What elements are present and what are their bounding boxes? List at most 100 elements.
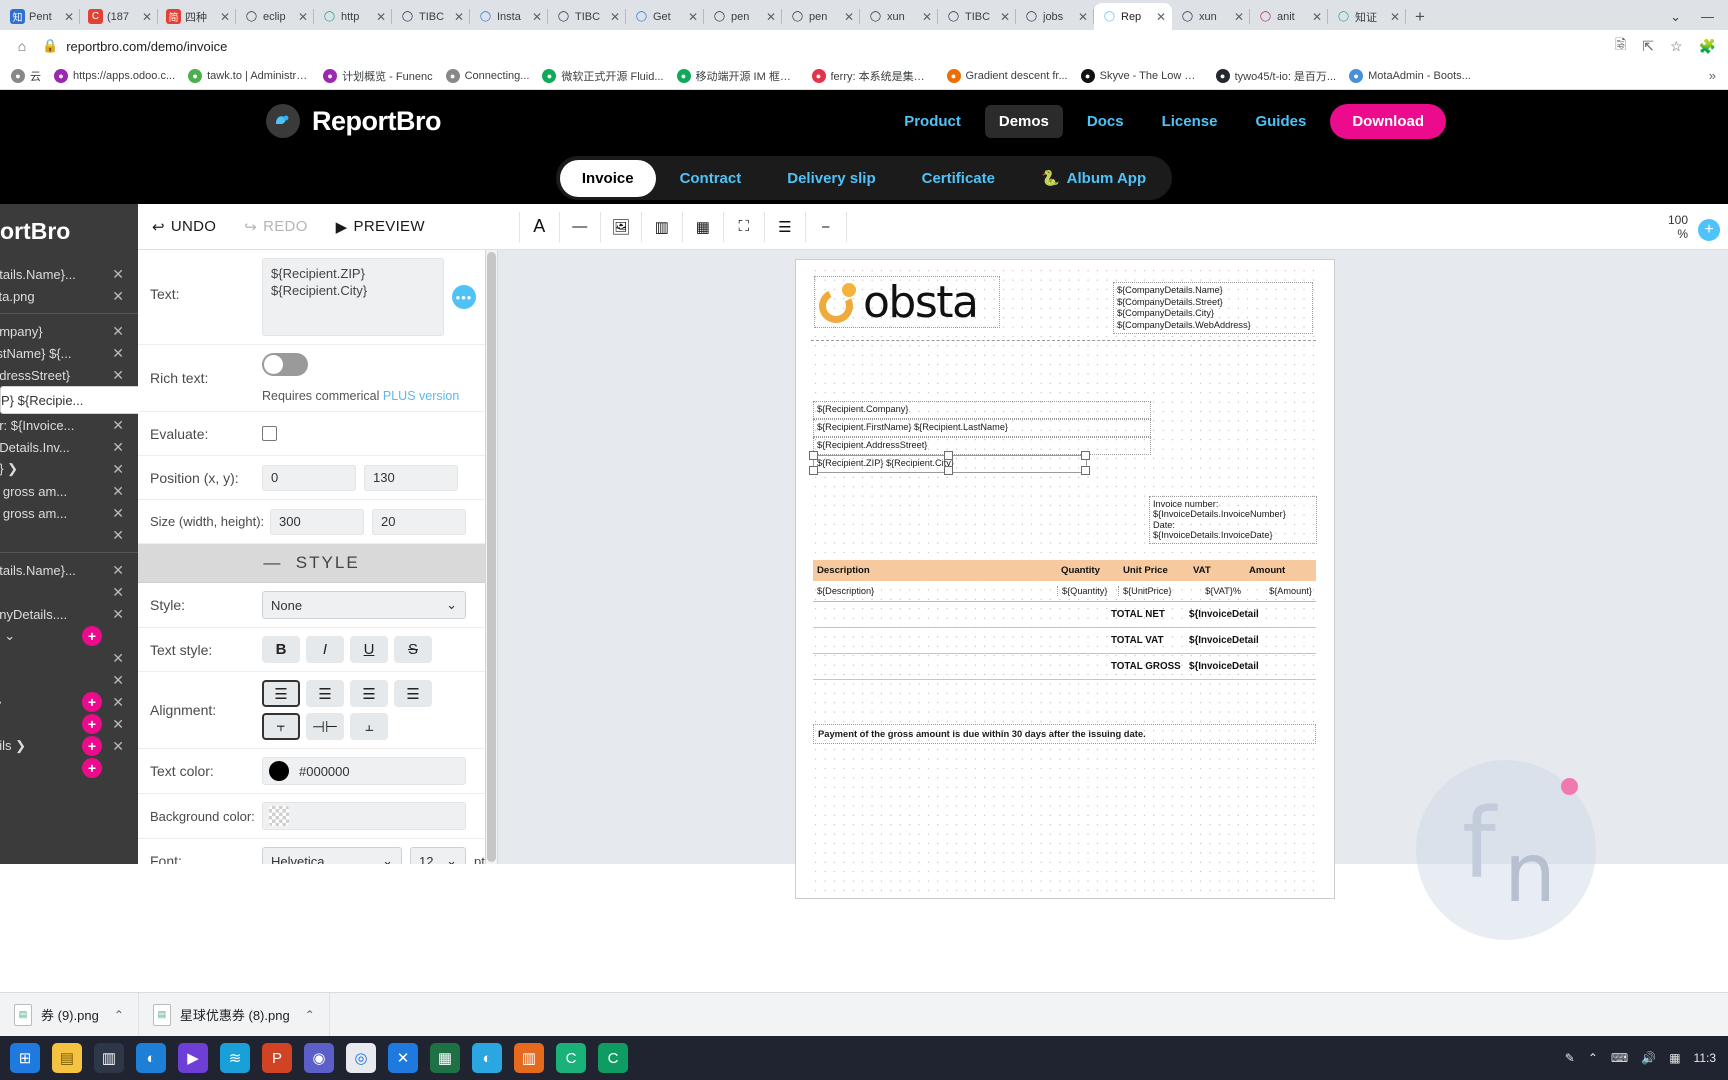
home-icon[interactable]: ⌂: [12, 36, 32, 56]
table-row[interactable]: ${Description} ${Quantity} ${UnitPrice} …: [813, 581, 1316, 602]
browser-tab[interactable]: ◯ TIBC ✕: [392, 3, 470, 30]
tree-item[interactable]: ✕: [0, 647, 138, 669]
align-justify-icon[interactable]: ☰: [394, 680, 432, 707]
page-break-icon[interactable]: ⎯: [806, 211, 847, 242]
browser-tab[interactable]: ◯ anit ✕: [1250, 3, 1328, 30]
close-icon[interactable]: ✕: [112, 505, 124, 522]
tab-close-icon[interactable]: ✕: [376, 10, 386, 24]
position-x-input[interactable]: 0: [262, 464, 356, 491]
style-select[interactable]: None ⌄: [262, 591, 466, 619]
keyboard-icon[interactable]: ⌨: [1611, 1051, 1628, 1065]
tab-close-icon[interactable]: ✕: [1234, 10, 1244, 24]
tree-item[interactable]: P} ${Recipie...✕: [0, 386, 138, 414]
media-icon[interactable]: ▶: [178, 1043, 208, 1073]
browser-tab[interactable]: ◯ eclip ✕: [236, 3, 314, 30]
plus-version-link[interactable]: PLUS version: [383, 389, 459, 403]
tree-item[interactable]: ✕: [0, 581, 138, 603]
align-right-icon[interactable]: ☰: [350, 680, 388, 707]
tree-item[interactable]: e} ❯ ✕: [0, 458, 138, 480]
totals-row[interactable]: TOTAL GROSS ${InvoiceDetail: [813, 654, 1316, 680]
align-left-icon[interactable]: ☰: [262, 680, 300, 707]
share-icon[interactable]: ⇱: [1642, 38, 1654, 55]
close-icon[interactable]: ✕: [112, 323, 124, 340]
edge2-icon[interactable]: ◐: [472, 1043, 502, 1073]
analytics-icon[interactable]: ▥: [514, 1043, 544, 1073]
close-icon[interactable]: ✕: [112, 738, 124, 755]
barcode-icon[interactable]: ▥: [642, 211, 683, 242]
close-icon[interactable]: ✕: [112, 527, 124, 544]
resize-handle-br[interactable]: [1081, 466, 1090, 475]
browser-tab[interactable]: ◯ Get ✕: [626, 3, 704, 30]
browser-tab[interactable]: ◯ pen ✕: [704, 3, 782, 30]
close-icon[interactable]: ✕: [112, 606, 124, 623]
explorer-icon[interactable]: ▤: [52, 1043, 82, 1073]
bookmark-item[interactable]: ● 计划概览 - Funenc: [318, 66, 437, 86]
recipient-name-field[interactable]: ${Recipient.FirstName} ${Recipient.LastN…: [813, 419, 1151, 437]
browser-tab[interactable]: ◯ 知证 ✕: [1328, 3, 1406, 30]
close-icon[interactable]: ✕: [112, 288, 124, 305]
text-color-field[interactable]: #000000: [262, 757, 466, 785]
totals-row[interactable]: TOTAL VAT ${InvoiceDetail: [813, 628, 1316, 654]
demo-tab-certificate[interactable]: Certificate: [900, 160, 1017, 197]
close-icon[interactable]: ✕: [112, 461, 124, 478]
tab-close-icon[interactable]: ✕: [220, 10, 230, 24]
browser-tab[interactable]: ◯ jobs ✕: [1016, 3, 1094, 30]
browser-tab[interactable]: ◯ TIBC ✕: [548, 3, 626, 30]
add-icon[interactable]: +: [82, 758, 102, 778]
tree-item[interactable]: etails.Name}... ✕: [0, 559, 138, 581]
browser-tab[interactable]: 简四种 ✕: [158, 3, 236, 30]
add-icon[interactable]: +: [82, 692, 102, 712]
tab-close-icon[interactable]: ✕: [922, 10, 932, 24]
company-details-block[interactable]: ${CompanyDetails.Name} ${CompanyDetails.…: [1113, 282, 1313, 335]
browser-tab[interactable]: ◯ xun ✕: [860, 3, 938, 30]
browser-tab[interactable]: ◯ Insta ✕: [470, 3, 548, 30]
tree-item[interactable]: e gross am... ✕: [0, 502, 138, 524]
invoice-meta-block[interactable]: Invoice number: ${InvoiceDetails.Invoice…: [1149, 496, 1317, 544]
resize-handle-tl[interactable]: [809, 451, 818, 460]
tab-close-icon[interactable]: ✕: [454, 10, 464, 24]
demo-tab-invoice[interactable]: Invoice: [559, 159, 656, 197]
download-item[interactable]: ▤ 星球优惠券 (8).png ⌃: [139, 992, 330, 1037]
close-icon[interactable]: ✕: [112, 650, 124, 667]
align-center-icon[interactable]: ☰: [306, 680, 344, 707]
nav-item-demos[interactable]: Demos: [984, 104, 1063, 138]
preview-button[interactable]: ▶ PREVIEW: [322, 218, 439, 236]
browser-tab[interactable]: ◯ Rep ✕: [1094, 3, 1172, 30]
style-section-header[interactable]: — STYLE: [138, 544, 485, 583]
chevron-up-icon[interactable]: ⌃: [1588, 1051, 1598, 1065]
bookmark-item[interactable]: ● 移动端开源 IM 框架...: [672, 66, 804, 86]
browser-tab[interactable]: ◯ xun ✕: [1172, 3, 1250, 30]
close-icon[interactable]: ✕: [112, 367, 124, 384]
clock-text[interactable]: 11:3: [1694, 1051, 1716, 1065]
resize-handle-tr[interactable]: [1081, 451, 1090, 460]
tab-search-icon[interactable]: ⌄: [1670, 9, 1681, 25]
tree-item[interactable]: eDetails.Inv... ✕: [0, 436, 138, 458]
text-input[interactable]: [262, 258, 444, 336]
bookmark-item[interactable]: ● tywo45/t-io: 是百万...: [1211, 66, 1341, 86]
tab-close-icon[interactable]: ✕: [610, 10, 620, 24]
reportbro-logo[interactable]: ReportBro: [266, 104, 442, 138]
edge-icon[interactable]: ◐: [136, 1043, 166, 1073]
add-icon[interactable]: +: [82, 714, 102, 734]
add-icon[interactable]: +: [82, 626, 102, 646]
document-logo[interactable]: obsta: [814, 276, 1000, 328]
text-options-button[interactable]: •••: [452, 285, 476, 309]
bookmark-item[interactable]: ● MotaAdmin - Boots...: [1344, 67, 1476, 85]
close-icon[interactable]: ✕: [112, 562, 124, 579]
tree-item[interactable]: rstName} ${... ✕: [0, 342, 138, 364]
tree-item[interactable]: ·✕: [0, 524, 138, 546]
tree-item[interactable]: sta.png ✕: [0, 285, 138, 307]
close-icon[interactable]: ✕: [112, 483, 124, 500]
resize-handle-tm[interactable]: [944, 451, 953, 460]
strikethrough-button[interactable]: S: [394, 636, 432, 663]
tree-item[interactable]: +: [0, 757, 138, 779]
minimize-icon[interactable]: —: [1701, 9, 1714, 24]
tab-close-icon[interactable]: ✕: [1078, 10, 1088, 24]
totals-row[interactable]: TOTAL NET ${InvoiceDetail: [813, 602, 1316, 628]
size-width-input[interactable]: 300: [270, 508, 364, 535]
tree-item[interactable]: S ⌄ +: [0, 625, 138, 647]
browser-tab[interactable]: C (187 ✕: [80, 3, 158, 30]
demo-tab-album-app[interactable]: 🐍 Album App: [1019, 159, 1168, 197]
volume-icon[interactable]: 🔊: [1641, 1051, 1656, 1065]
bookmark-item[interactable]: ● Skyve - The Low Co...: [1076, 67, 1208, 85]
